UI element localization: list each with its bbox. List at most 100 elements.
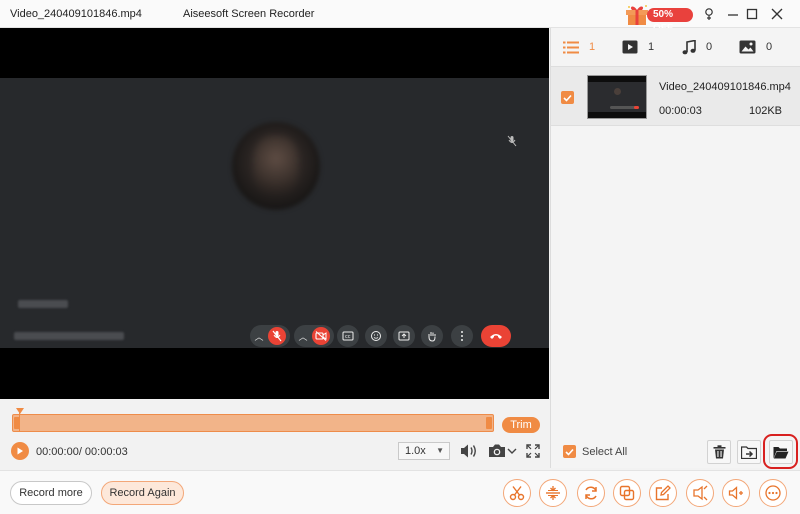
svg-text:cc: cc bbox=[345, 334, 351, 340]
trim-timeline[interactable] bbox=[12, 414, 494, 432]
file-duration: 00:00:03 bbox=[659, 105, 702, 117]
merge-tool-button[interactable] bbox=[613, 479, 641, 507]
playhead-marker[interactable] bbox=[16, 408, 24, 414]
more-tools-button[interactable] bbox=[759, 479, 787, 507]
camera-icon bbox=[489, 444, 505, 457]
tab-all[interactable]: 1 bbox=[563, 38, 595, 56]
end-call-icon bbox=[481, 325, 511, 347]
window-app-title: Aiseesoft Screen Recorder bbox=[183, 8, 315, 20]
more-options-vertical-icon bbox=[451, 325, 473, 347]
chevron-down-icon: ▼ bbox=[436, 446, 444, 455]
participant-name-blurred bbox=[18, 300, 68, 308]
music-icon bbox=[682, 39, 696, 54]
select-all-checkbox[interactable]: Select All bbox=[563, 445, 627, 458]
tab-video[interactable]: 1 bbox=[622, 38, 654, 56]
select-all-box bbox=[563, 445, 576, 458]
snapshot-button[interactable] bbox=[485, 442, 519, 460]
convert-tool-button[interactable] bbox=[577, 479, 605, 507]
tab-image-count: 0 bbox=[766, 41, 773, 53]
tab-image[interactable]: 0 bbox=[739, 38, 772, 56]
fullscreen-button[interactable] bbox=[524, 442, 542, 460]
delete-button[interactable] bbox=[707, 440, 731, 464]
image-icon bbox=[739, 40, 756, 54]
fullscreen-icon bbox=[526, 444, 540, 458]
recording-list-item[interactable]: Video_240409101846.mp4 00:00:03 102KB bbox=[551, 66, 800, 126]
chevron-down-icon bbox=[507, 448, 517, 454]
scissors-icon bbox=[509, 486, 525, 501]
folder-move-icon bbox=[741, 446, 757, 459]
raise-hand-icon bbox=[421, 325, 443, 347]
promo-badge: 50% OFF bbox=[647, 8, 693, 34]
compress-icon bbox=[693, 485, 708, 501]
pin-icon bbox=[705, 8, 713, 20]
video-preview[interactable]: ︿ ︿ cc bbox=[0, 28, 549, 399]
chevron-up-icon: ︿ bbox=[254, 331, 264, 342]
emoji-icon bbox=[365, 325, 387, 347]
tab-audio-count: 0 bbox=[706, 41, 713, 53]
playback-timecode: 00:00:00/ 00:00:03 bbox=[36, 446, 128, 458]
volume-icon bbox=[461, 444, 476, 458]
mic-control: ︿ bbox=[250, 325, 290, 347]
present-screen-icon bbox=[393, 325, 415, 347]
volume-boost-icon bbox=[728, 486, 743, 500]
video-icon bbox=[622, 40, 638, 54]
bottom-toolbar: Record more Record Again bbox=[0, 470, 800, 514]
pin-button[interactable] bbox=[699, 4, 719, 24]
close-icon bbox=[771, 8, 783, 20]
minimize-button[interactable] bbox=[723, 4, 743, 24]
participant-avatar bbox=[232, 122, 320, 210]
checkmark-icon bbox=[565, 448, 574, 456]
more-horizontal-icon bbox=[765, 485, 781, 501]
volume-boost-button[interactable] bbox=[722, 479, 750, 507]
file-name: Video_240409101846.mp4 bbox=[659, 81, 791, 93]
video-frame: ︿ ︿ cc bbox=[0, 78, 549, 348]
meeting-info-blurred bbox=[14, 332, 124, 340]
trash-icon bbox=[713, 445, 725, 459]
tab-audio[interactable]: 0 bbox=[682, 38, 712, 56]
move-to-folder-button[interactable] bbox=[737, 440, 761, 464]
file-size: 102KB bbox=[748, 105, 782, 117]
tab-video-count: 1 bbox=[648, 41, 655, 53]
item-checkbox[interactable] bbox=[561, 91, 574, 104]
highlight-annotation bbox=[763, 434, 798, 469]
maximize-icon bbox=[746, 8, 758, 20]
recording-history-panel: 1 1 0 0 Video_240409101846.mp4 00:00:03 … bbox=[550, 28, 800, 468]
split-tool-button[interactable] bbox=[539, 479, 567, 507]
trim-button[interactable]: Trim bbox=[502, 417, 540, 433]
list-icon bbox=[563, 41, 579, 53]
camera-control: ︿ bbox=[294, 325, 334, 347]
video-thumbnail bbox=[587, 75, 647, 119]
record-more-button[interactable]: Record more bbox=[10, 481, 92, 505]
select-all-label: Select All bbox=[582, 445, 628, 458]
close-button[interactable] bbox=[767, 4, 787, 24]
edit-icon bbox=[655, 485, 671, 501]
mic-off-icon bbox=[267, 327, 286, 345]
media-type-tabs: 1 1 0 0 bbox=[551, 28, 800, 64]
minimize-icon bbox=[728, 14, 738, 16]
checkmark-icon bbox=[563, 94, 572, 102]
playhead-line bbox=[19, 412, 20, 432]
captions-icon: cc bbox=[337, 325, 359, 347]
merge-icon bbox=[619, 485, 635, 501]
playback-speed-select[interactable]: 1.0x ▼ bbox=[398, 442, 450, 460]
promo-offer[interactable]: 50% OFF bbox=[625, 4, 693, 34]
camera-off-icon bbox=[311, 327, 330, 345]
cut-tool-button[interactable] bbox=[503, 479, 531, 507]
playback-speed-value: 1.0x bbox=[405, 445, 426, 457]
mic-muted-icon bbox=[507, 135, 517, 147]
chevron-up-icon: ︿ bbox=[298, 331, 308, 342]
tab-all-count: 1 bbox=[589, 41, 596, 53]
gift-icon bbox=[626, 5, 648, 25]
window-filename: Video_240409101846.mp4 bbox=[10, 8, 142, 20]
record-again-button[interactable]: Record Again bbox=[101, 481, 184, 505]
split-icon bbox=[546, 486, 560, 500]
refresh-icon bbox=[585, 486, 597, 500]
edit-metadata-button[interactable] bbox=[649, 479, 677, 507]
trim-end-handle[interactable] bbox=[486, 417, 492, 429]
maximize-button[interactable] bbox=[742, 4, 762, 24]
play-icon bbox=[17, 447, 23, 455]
title-bar: Video_240409101846.mp4 Aiseesoft Screen … bbox=[0, 0, 800, 34]
play-button[interactable] bbox=[11, 442, 29, 460]
volume-button[interactable] bbox=[458, 441, 480, 461]
compress-tool-button[interactable] bbox=[686, 479, 714, 507]
